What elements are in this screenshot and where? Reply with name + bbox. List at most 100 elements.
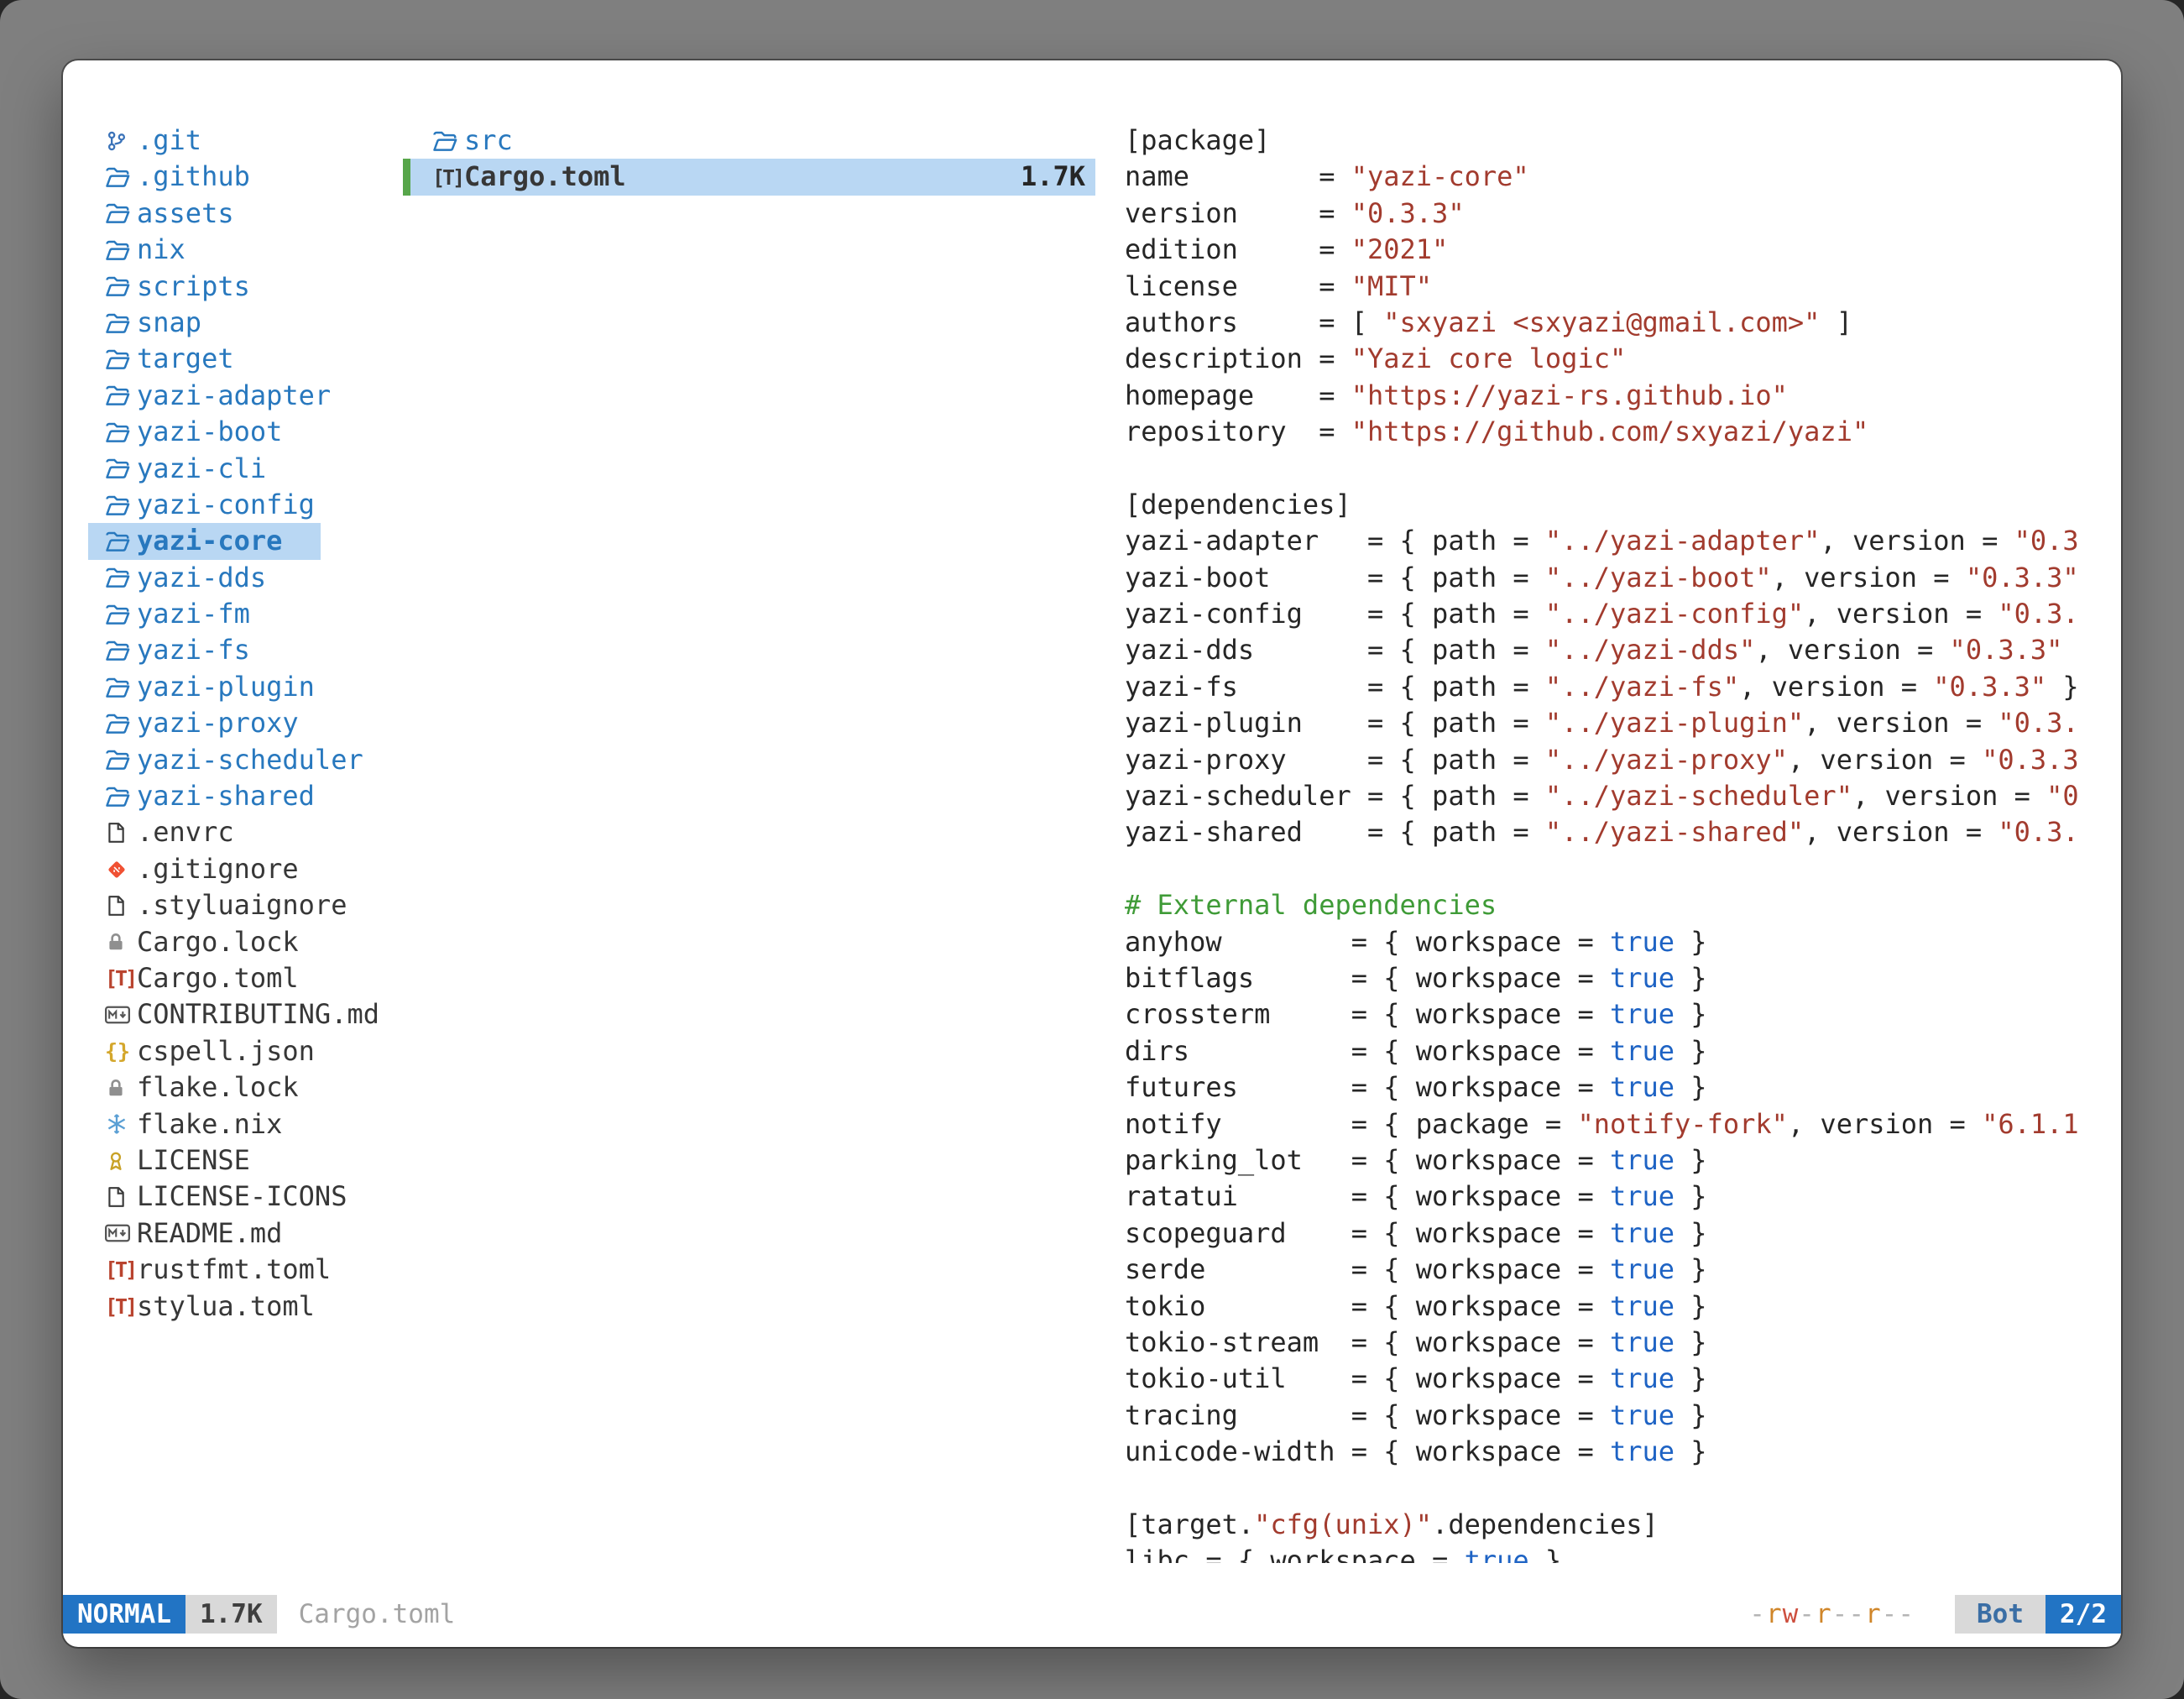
toml-icon: [T] — [105, 968, 137, 989]
folder-icon — [105, 311, 137, 335]
license-icon — [105, 1149, 137, 1173]
file-row[interactable]: .github — [88, 159, 289, 195]
file-icon — [105, 894, 137, 917]
file-name: nix — [137, 232, 185, 268]
selection-marker — [403, 159, 410, 195]
file-row[interactable]: snap — [88, 305, 240, 341]
file-row[interactable]: src — [403, 123, 1095, 159]
file-row[interactable]: {}cspell.json — [88, 1033, 353, 1069]
file-row[interactable]: flake.nix — [88, 1106, 321, 1142]
preview-line: tokio = { workspace = true } — [1125, 1289, 2091, 1325]
file-row[interactable]: yazi-fs — [88, 632, 289, 668]
toml-dark-icon: [T] — [432, 167, 464, 188]
file-row[interactable]: scripts — [88, 269, 289, 305]
file-row[interactable]: yazi-boot — [88, 414, 321, 450]
json-icon: {} — [105, 1041, 137, 1062]
preview-line: yazi-shared = { path = "../yazi-shared",… — [1125, 814, 2091, 850]
file-row[interactable]: README.md — [88, 1215, 321, 1252]
preview-line: license = "MIT" — [1125, 269, 2091, 305]
file-name: yazi-plugin — [137, 669, 315, 705]
current-directory-pane: src [T]Cargo.toml 1.7K — [403, 123, 1095, 1563]
preview-line: repository = "https://github.com/sxyazi/… — [1125, 414, 2091, 450]
file-name: yazi-fm — [137, 596, 250, 632]
file-row[interactable]: [T]stylua.toml — [88, 1289, 353, 1325]
file-name: yazi-scheduler — [137, 742, 363, 778]
file-name: yazi-dds — [137, 560, 266, 596]
folder-icon — [105, 201, 137, 225]
file-name: LICENSE — [137, 1142, 250, 1179]
markdown-icon — [105, 1006, 137, 1024]
file-row[interactable]: yazi-adapter — [88, 378, 369, 414]
preview-line: ratatui = { workspace = true } — [1125, 1179, 2091, 1215]
file-row[interactable]: yazi-cli — [88, 451, 305, 487]
file-name: yazi-shared — [137, 778, 315, 814]
file-row[interactable]: LICENSE-ICONS — [88, 1179, 378, 1215]
file-row[interactable]: yazi-shared — [88, 778, 353, 814]
file-row[interactable]: yazi-plugin — [88, 669, 353, 705]
file-name: Cargo.toml — [464, 159, 626, 195]
status-filename: Cargo.toml — [299, 1595, 456, 1634]
toml-icon: [T] — [105, 1296, 137, 1317]
preview-line: dirs = { workspace = true } — [1125, 1033, 2091, 1069]
folder-icon — [105, 566, 137, 589]
file-name: yazi-core — [137, 523, 282, 559]
markdown-icon — [105, 1224, 137, 1242]
file-row[interactable]: yazi-fm — [88, 596, 289, 632]
file-row[interactable]: yazi-core — [88, 523, 321, 559]
file-row[interactable]: flake.lock — [88, 1069, 337, 1106]
preview-line: description = "Yazi core logic" — [1125, 341, 2091, 377]
file-size-badge: 1.7K — [185, 1595, 277, 1634]
folder-icon — [105, 712, 137, 735]
file-preview-pane[interactable]: [package]name = "yazi-core"version = "0.… — [1125, 123, 2091, 1563]
file-name: assets — [137, 196, 234, 232]
file-name: yazi-boot — [137, 414, 282, 450]
git-icon — [105, 129, 137, 153]
preview-line: tracing = { workspace = true } — [1125, 1398, 2091, 1434]
scroll-position-badge: Bot — [1955, 1595, 2046, 1634]
folder-icon — [105, 274, 137, 298]
yazi-file-manager-window: .git.githubassetsnixscriptssnaptargetyaz… — [63, 60, 2121, 1647]
mode-badge: NORMAL — [63, 1595, 185, 1634]
file-size: 1.7K — [1021, 159, 1085, 195]
preview-line: yazi-config = { path = "../yazi-config",… — [1125, 596, 2091, 632]
file-name: scripts — [137, 269, 250, 305]
folder-icon — [105, 348, 137, 371]
file-row[interactable]: LICENSE — [88, 1142, 289, 1179]
preview-line: tokio-util = { workspace = true } — [1125, 1361, 2091, 1397]
desktop-background: .git.githubassetsnixscriptssnaptargetyaz… — [0, 0, 2184, 1699]
file-row[interactable]: yazi-scheduler — [88, 742, 378, 778]
file-row[interactable]: .envrc — [88, 814, 273, 850]
preview-line: yazi-plugin = { path = "../yazi-plugin",… — [1125, 705, 2091, 741]
file-row[interactable]: yazi-proxy — [88, 705, 337, 741]
file-icon — [105, 821, 137, 844]
file-row[interactable]: yazi-config — [88, 487, 353, 523]
file-name: yazi-proxy — [137, 705, 299, 741]
file-row[interactable]: yazi-dds — [88, 560, 305, 596]
file-name: .github — [137, 159, 250, 195]
selection-marker — [403, 123, 410, 159]
file-name: target — [137, 341, 234, 377]
file-name: rustfmt.toml — [137, 1252, 331, 1288]
file-row[interactable]: .styluaignore — [88, 887, 378, 923]
file-row[interactable]: Cargo.lock — [88, 924, 337, 960]
file-name: Cargo.toml — [137, 960, 299, 996]
preview-line — [1125, 1470, 2091, 1506]
file-row[interactable]: [T]Cargo.toml 1.7K — [403, 159, 1095, 195]
folder-icon — [105, 603, 137, 626]
file-counter-badge: 2/2 — [2046, 1595, 2121, 1634]
folder-icon — [105, 785, 137, 808]
file-name: snap — [137, 305, 201, 341]
file-row[interactable]: [T]Cargo.toml — [88, 960, 337, 996]
file-row[interactable]: .git — [88, 123, 240, 159]
file-row[interactable]: .gitignore — [88, 851, 337, 887]
preview-line: bitflags = { workspace = true } — [1125, 960, 2091, 996]
file-row[interactable]: assets — [88, 196, 273, 232]
folder-icon — [105, 639, 137, 662]
file-row[interactable]: nix — [88, 232, 224, 268]
file-row[interactable]: CONTRIBUTING.md — [88, 996, 378, 1032]
file-row[interactable]: target — [88, 341, 273, 377]
file-name: LICENSE-ICONS — [137, 1179, 347, 1215]
preview-line: name = "yazi-core" — [1125, 159, 2091, 195]
file-row[interactable]: [T]rustfmt.toml — [88, 1252, 369, 1288]
file-name: .git — [137, 123, 201, 159]
